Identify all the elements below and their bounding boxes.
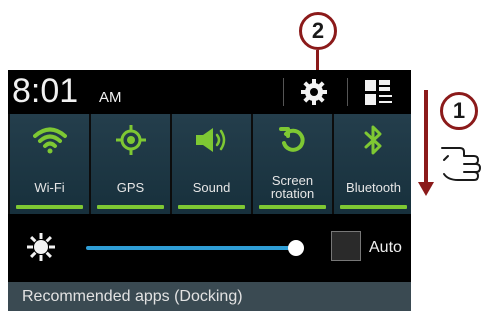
sound-icon [195, 128, 225, 152]
toggle-label: GPS [116, 180, 145, 195]
auto-brightness-checkbox[interactable] [331, 231, 361, 261]
toggle-on-indicator [340, 205, 407, 209]
brightness-sun-icon [27, 233, 55, 261]
toggle-gps[interactable]: GPS [91, 114, 170, 214]
gear-icon[interactable] [301, 79, 327, 105]
toggle-on-indicator [178, 205, 245, 209]
brightness-row: Auto [8, 214, 411, 282]
clock-time: 8:01 [12, 72, 79, 110]
recommended-apps-bar[interactable]: Recommended apps (Docking) [8, 282, 411, 311]
swipe-down-arrow-head [418, 182, 434, 196]
toggle-label: Bluetooth [346, 180, 401, 195]
toggle-on-indicator [97, 205, 164, 209]
toggle-sound[interactable]: Sound [172, 114, 251, 214]
toggle-label: Wi-Fi [34, 180, 65, 195]
divider [347, 78, 348, 106]
toggle-on-indicator [16, 205, 83, 209]
gps-icon [115, 125, 146, 155]
brightness-slider-handle[interactable] [288, 240, 304, 256]
bluetooth-icon [364, 125, 381, 155]
recommended-apps-text: Recommended apps (Docking) [22, 288, 243, 305]
brightness-slider-track[interactable] [86, 246, 296, 250]
toggle-on-indicator [259, 205, 326, 209]
callout-step-2: 2 [299, 12, 337, 50]
divider [283, 78, 284, 106]
swipe-hand-icon [441, 147, 481, 181]
toggle-label-line2: rotation [270, 186, 315, 201]
swipe-down-arrow [424, 90, 428, 186]
clock-ampm: AM [99, 89, 122, 106]
quick-settings-grid-icon[interactable] [365, 80, 393, 106]
toggle-wifi[interactable]: Wi-Fi [10, 114, 89, 214]
callout-step-1: 1 [440, 92, 478, 130]
wifi-icon [32, 127, 67, 154]
toggle-label: Sound [192, 180, 231, 195]
quick-toggle-row: Wi-Fi GPS Sound Screen rotation Bluetoot… [8, 114, 411, 214]
auto-brightness-label: Auto [369, 239, 402, 256]
screen-rotation-icon [278, 127, 305, 152]
toggle-bluetooth[interactable]: Bluetooth [334, 114, 411, 214]
notification-panel: 8:01 AM Wi-Fi GPS Sound Screen rotation … [8, 70, 411, 311]
toggle-screen-rotation[interactable]: Screen rotation [253, 114, 332, 214]
status-bar: 8:01 AM [8, 70, 411, 114]
